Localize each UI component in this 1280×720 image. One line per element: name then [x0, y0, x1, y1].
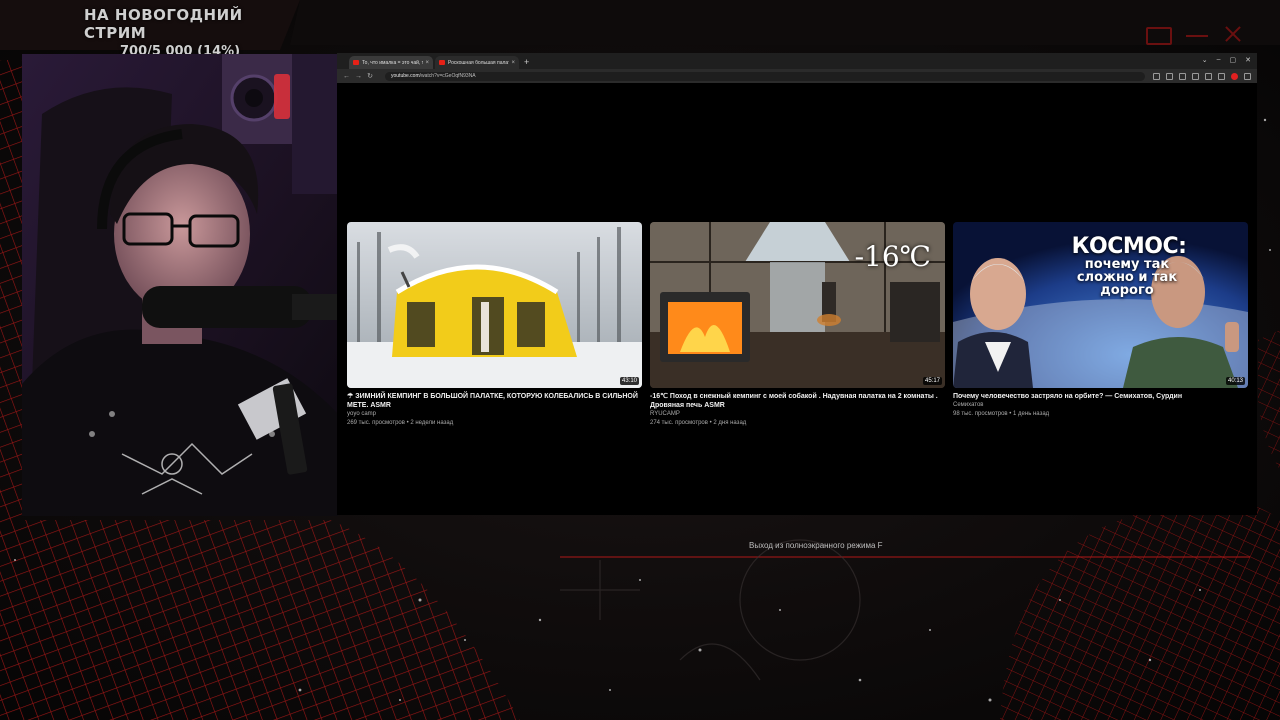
menu-icon[interactable]: [1244, 72, 1251, 80]
video-thumbnail[interactable]: -16℃ 45:17: [650, 222, 945, 388]
video-duration: 45:17: [922, 377, 942, 385]
video-channel[interactable]: yoyo camp: [347, 410, 642, 419]
thumbnail-title-text: КОСМОС:: [1071, 234, 1187, 259]
donation-goal: НА НОВОГОДНИЙ СТРИМ 700/5 000 (14%): [84, 6, 284, 59]
extensions-icon[interactable]: [1205, 72, 1212, 80]
end-screen-video-grid: 43:10 ☂ ЗИМНИЙ КЕМПИНГ В БОЛЬШОЙ ПАЛАТКЕ…: [347, 222, 1248, 428]
browser-tab-2[interactable]: Роскошная большая палатка ×: [435, 56, 519, 69]
dropdown-icon[interactable]: ⌄: [1202, 56, 1208, 64]
tab-label: То, что ималка = это чай, то: [362, 59, 424, 66]
zoom-icon[interactable]: [1166, 72, 1173, 80]
address-bar: ← → ↻ youtube.com/watch?v=cGeOqfN93NA: [337, 69, 1257, 83]
browser-tab-1[interactable]: То, что ималка = это чай, то ×: [349, 56, 433, 69]
tab-label: Роскошная большая палатка: [448, 59, 510, 66]
thumbnail-temperature-text: -16℃: [854, 240, 931, 273]
url-path: /watch?v=cGeOqfN93NA: [419, 72, 476, 79]
video-duration: 40:13: [1225, 377, 1245, 385]
overlay-window-controls: [1146, 27, 1244, 45]
webcam-feed: [22, 54, 338, 516]
fullscreen-exit-hint: Выход из полноэкранного режима F: [749, 541, 883, 550]
video-title[interactable]: -16℃ Поход в снежный кемпинг с моей соба…: [650, 392, 945, 410]
back-icon[interactable]: ←: [343, 73, 350, 80]
video-channel[interactable]: RYUCAMP: [650, 410, 945, 419]
thumbnail-subtitle-text: почему так сложно и так дорого: [1076, 257, 1178, 298]
profile-icon[interactable]: [1231, 72, 1238, 80]
video-card-2[interactable]: -16℃ 45:17 -16℃ Поход в снежный кемпинг …: [650, 222, 945, 428]
browser-window: То, что ималка = это чай, то × Роскошная…: [337, 53, 1257, 515]
video-thumbnail[interactable]: КОСМОС: почему так сложно и так дорого 4…: [953, 222, 1248, 388]
video-channel[interactable]: Семихатов: [953, 401, 1248, 410]
close-window-icon[interactable]: ✕: [1245, 56, 1251, 64]
page-viewport: 43:10 ☂ ЗИМНИЙ КЕМПИНГ В БОЛЬШОЙ ПАЛАТКЕ…: [337, 83, 1257, 515]
video-title[interactable]: Почему человечество застряло на орбите? …: [953, 392, 1248, 401]
window-controls: ⌄ – ▢ ✕: [1202, 56, 1251, 64]
eye-icon[interactable]: [1179, 72, 1186, 80]
tab-strip: То, что ималка = это чай, то × Роскошная…: [337, 53, 1257, 69]
new-tab-icon[interactable]: +: [524, 56, 529, 69]
cast-icon[interactable]: [1153, 72, 1160, 80]
video-thumbnail[interactable]: 43:10: [347, 222, 642, 388]
video-card-3[interactable]: КОСМОС: почему так сложно и так дорого 4…: [953, 222, 1248, 428]
tab-close-icon[interactable]: ×: [425, 60, 429, 66]
tab-close-icon[interactable]: ×: [511, 60, 515, 66]
close-icon: [1222, 27, 1244, 41]
url-input[interactable]: youtube.com/watch?v=cGeOqfN93NA: [385, 71, 1145, 81]
video-duration: 43:10: [619, 377, 639, 385]
video-meta: 98 тыс. просмотров • 1 день назад: [953, 411, 1050, 417]
sidepanel-icon[interactable]: [1218, 72, 1225, 80]
video-meta: 274 тыс. просмотров • 2 дня назад: [650, 420, 747, 426]
video-card-1[interactable]: 43:10 ☂ ЗИМНИЙ КЕМПИНГ В БОЛЬШОЙ ПАЛАТКЕ…: [347, 222, 642, 428]
video-meta: 269 тыс. просмотров • 2 недели назад: [347, 420, 454, 426]
url-host: youtube.com: [391, 72, 420, 79]
donation-goal-title: НА НОВОГОДНИЙ СТРИМ: [84, 6, 243, 42]
toolbar-icons: [1153, 72, 1251, 80]
window-icon: [1146, 27, 1172, 45]
reload-icon[interactable]: ↻: [367, 72, 373, 80]
youtube-icon: [439, 60, 445, 65]
forward-icon[interactable]: →: [355, 73, 362, 80]
youtube-icon: [353, 60, 359, 65]
star-icon[interactable]: [1192, 72, 1199, 80]
video-title[interactable]: ☂ ЗИМНИЙ КЕМПИНГ В БОЛЬШОЙ ПАЛАТКЕ, КОТО…: [347, 392, 642, 410]
minimize-icon: [1186, 27, 1208, 37]
minimize-window-icon[interactable]: –: [1217, 56, 1221, 64]
maximize-window-icon[interactable]: ▢: [1230, 56, 1237, 64]
